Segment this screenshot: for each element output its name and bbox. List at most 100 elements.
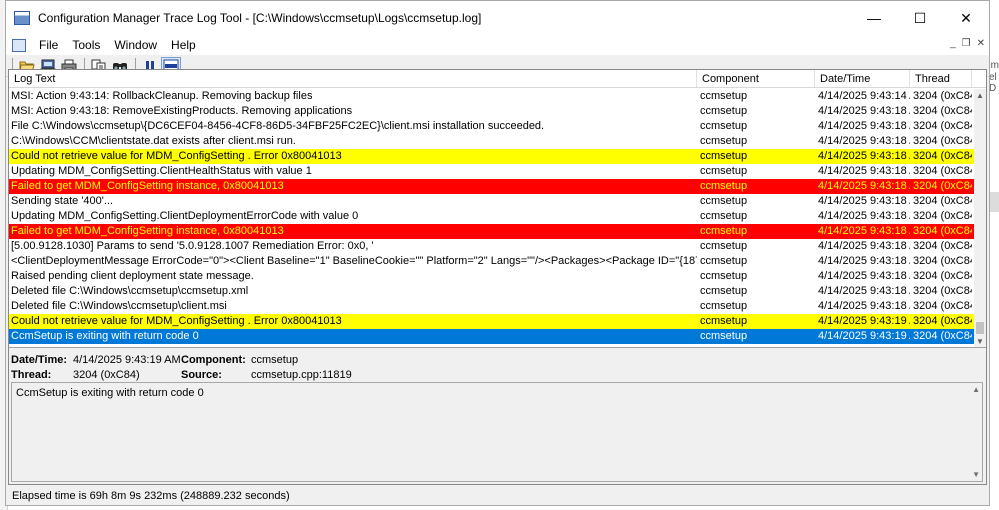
log-grid: Log Text Component Date/Time Thread MSI:… (9, 70, 986, 348)
thread-cell: 3204 (0xC84) (913, 240, 972, 252)
log-text-cell: Could not retrieve value for MDM_ConfigS… (11, 150, 342, 162)
thread-cell: 3204 (0xC84) (913, 135, 972, 147)
component-cell: ccmsetup (700, 150, 748, 162)
grid-header: Log Text Component Date/Time Thread (9, 70, 986, 88)
log-row[interactable]: [5.00.9128.1030] Params to send '5.0.912… (9, 239, 974, 254)
log-row[interactable]: C:\Windows\CCM\clientstate.dat exists af… (9, 134, 974, 149)
column-header-thread[interactable]: Thread (910, 70, 972, 87)
minimize-button[interactable]: — (851, 1, 897, 35)
column-header-log-text[interactable]: Log Text (9, 70, 697, 87)
component-cell: ccmsetup (700, 165, 748, 177)
thread-value: 3204 (0xC84) (73, 369, 140, 381)
background-window-right: em el D (985, 0, 999, 510)
log-text-cell: Raised pending client deployment state m… (11, 270, 254, 282)
log-row[interactable]: Could not retrieve value for MDM_ConfigS… (9, 149, 974, 164)
source-value: ccmsetup.cpp:11819 (251, 369, 352, 381)
log-row[interactable]: Deleted file C:\Windows\ccmsetup\ccmsetu… (9, 284, 974, 299)
log-row[interactable]: MSI: Action 9:43:18: RemoveExistingProdu… (9, 104, 974, 119)
log-row[interactable]: File C:\Windows\ccmsetup\{DC6CEF04-8456-… (9, 119, 974, 134)
datetime-cell: 4/14/2025 9:43:18 AM (818, 165, 910, 177)
thread-label: Thread: (11, 369, 52, 381)
log-row[interactable]: CcmSetup is exiting with return code 0 cc… (9, 329, 974, 344)
elapsed-time-text: Elapsed time is 69h 8m 9s 232ms (248889.… (12, 490, 290, 502)
thread-cell: 3204 (0xC84) (913, 300, 972, 312)
thread-cell: 3204 (0xC84) (913, 315, 972, 327)
menu-help[interactable]: Help (164, 38, 203, 52)
datetime-cell: 4/14/2025 9:43:19 AM (818, 315, 910, 327)
title-bar[interactable]: Configuration Manager Trace Log Tool - [… (6, 1, 989, 35)
thread-cell: 3204 (0xC84) (913, 105, 972, 117)
log-row[interactable]: Updating MDM_ConfigSetting.ClientHealthS… (9, 164, 974, 179)
log-row[interactable]: Updating MDM_ConfigSetting.ClientDeploym… (9, 209, 974, 224)
datetime-cell: 4/14/2025 9:43:18 AM (818, 255, 910, 267)
column-header-component[interactable]: Component (697, 70, 815, 87)
datetime-cell: 4/14/2025 9:43:18 AM (818, 105, 910, 117)
column-header-datetime[interactable]: Date/Time (815, 70, 910, 87)
menu-window[interactable]: Window (107, 38, 164, 52)
datetime-cell: 4/14/2025 9:43:18 AM (818, 210, 910, 222)
datetime-cell: 4/14/2025 9:43:18 AM (818, 270, 910, 282)
datetime-cell: 4/14/2025 9:43:18 AM (818, 135, 910, 147)
component-cell: ccmsetup (700, 225, 748, 237)
datetime-cell: 4/14/2025 9:43:14 AM (818, 90, 910, 102)
log-text-cell: [5.00.9128.1030] Params to send '5.0.912… (11, 240, 374, 252)
log-row[interactable]: Sending state '400'... ccmsetup 4/14/2025 … (9, 194, 974, 209)
thread-cell: 3204 (0xC84) (913, 195, 972, 207)
scroll-down-icon[interactable]: ▼ (974, 335, 986, 347)
component-value: ccmsetup (251, 354, 299, 366)
close-button[interactable]: ✕ (943, 1, 989, 35)
scroll-up-icon[interactable]: ▲ (972, 385, 980, 394)
document-icon[interactable] (12, 38, 26, 52)
log-row[interactable]: Deleted file C:\Windows\ccmsetup\client.… (9, 299, 974, 314)
component-cell: ccmsetup (700, 135, 748, 147)
log-text-cell: Deleted file C:\Windows\ccmsetup\ccmsetu… (11, 285, 249, 297)
component-cell: ccmsetup (700, 120, 748, 132)
log-content-pane: Log Text Component Date/Time Thread MSI:… (8, 69, 987, 485)
component-cell: ccmsetup (700, 300, 748, 312)
datetime-cell: 4/14/2025 9:43:18 AM (818, 120, 910, 132)
component-cell: ccmsetup (700, 270, 748, 282)
log-row[interactable]: Failed to get MDM_ConfigSetting instance… (9, 224, 974, 239)
log-rows: MSI: Action 9:43:14: RollbackCleanup. Re… (9, 89, 974, 344)
log-text-cell: CcmSetup is exiting with return code 0 (11, 330, 199, 342)
mdi-restore-button[interactable]: ❐ (962, 38, 971, 49)
log-row[interactable]: Failed to get MDM_ConfigSetting instance… (9, 179, 974, 194)
thread-cell: 3204 (0xC84) (913, 150, 972, 162)
cmtrace-window: Configuration Manager Trace Log Tool - [… (5, 0, 990, 506)
log-row[interactable]: <ClientDeploymentMessage ErrorCode="0"><… (9, 254, 974, 269)
log-vertical-scrollbar[interactable]: ▲ ▼ (974, 89, 986, 347)
menu-bar: File Tools Window Help _ ❐ ✕ (6, 35, 989, 55)
entry-details: Date/Time: 4/14/2025 9:43:19 AM Componen… (9, 350, 986, 382)
thread-cell: 3204 (0xC84) (913, 165, 972, 177)
background-bar (989, 192, 999, 212)
log-row[interactable]: Raised pending client deployment state m… (9, 269, 974, 284)
datetime-cell: 4/14/2025 9:43:18 AM (818, 195, 910, 207)
menu-file[interactable]: File (32, 38, 65, 52)
datetime-cell: 4/14/2025 9:43:18 AM (818, 285, 910, 297)
component-cell: ccmsetup (700, 180, 748, 192)
scroll-down-icon[interactable]: ▼ (972, 470, 980, 479)
component-cell: ccmsetup (700, 105, 748, 117)
scroll-up-icon[interactable]: ▲ (974, 89, 986, 101)
menu-tools[interactable]: Tools (65, 38, 107, 52)
component-label: Component: (181, 354, 246, 366)
datetime-cell: 4/14/2025 9:43:18 AM (818, 225, 910, 237)
mdi-close-button[interactable]: ✕ (977, 38, 985, 49)
component-cell: ccmsetup (700, 255, 748, 267)
scroll-thumb[interactable] (976, 322, 984, 334)
thread-cell: 3204 (0xC84) (913, 255, 972, 267)
thread-cell: 3204 (0xC84) (913, 120, 972, 132)
log-text-cell: Failed to get MDM_ConfigSetting instance… (11, 180, 284, 192)
message-detail-box[interactable]: CcmSetup is exiting with return code 0 ▲… (11, 382, 983, 482)
mdi-minimize-button[interactable]: _ (950, 38, 956, 49)
thread-cell: 3204 (0xC84) (913, 285, 972, 297)
log-text-cell: MSI: Action 9:43:18: RemoveExistingProdu… (11, 105, 353, 117)
datetime-value: 4/14/2025 9:43:19 AM (73, 354, 181, 366)
log-row[interactable]: MSI: Action 9:43:14: RollbackCleanup. Re… (9, 89, 974, 104)
datetime-cell: 4/14/2025 9:43:18 AM (818, 240, 910, 252)
component-cell: ccmsetup (700, 285, 748, 297)
log-text-cell: Updating MDM_ConfigSetting.ClientDeploym… (11, 210, 359, 222)
maximize-button[interactable]: ☐ (897, 1, 943, 35)
background-text: el D (989, 72, 997, 94)
log-row[interactable]: Could not retrieve value for MDM_ConfigS… (9, 314, 974, 329)
